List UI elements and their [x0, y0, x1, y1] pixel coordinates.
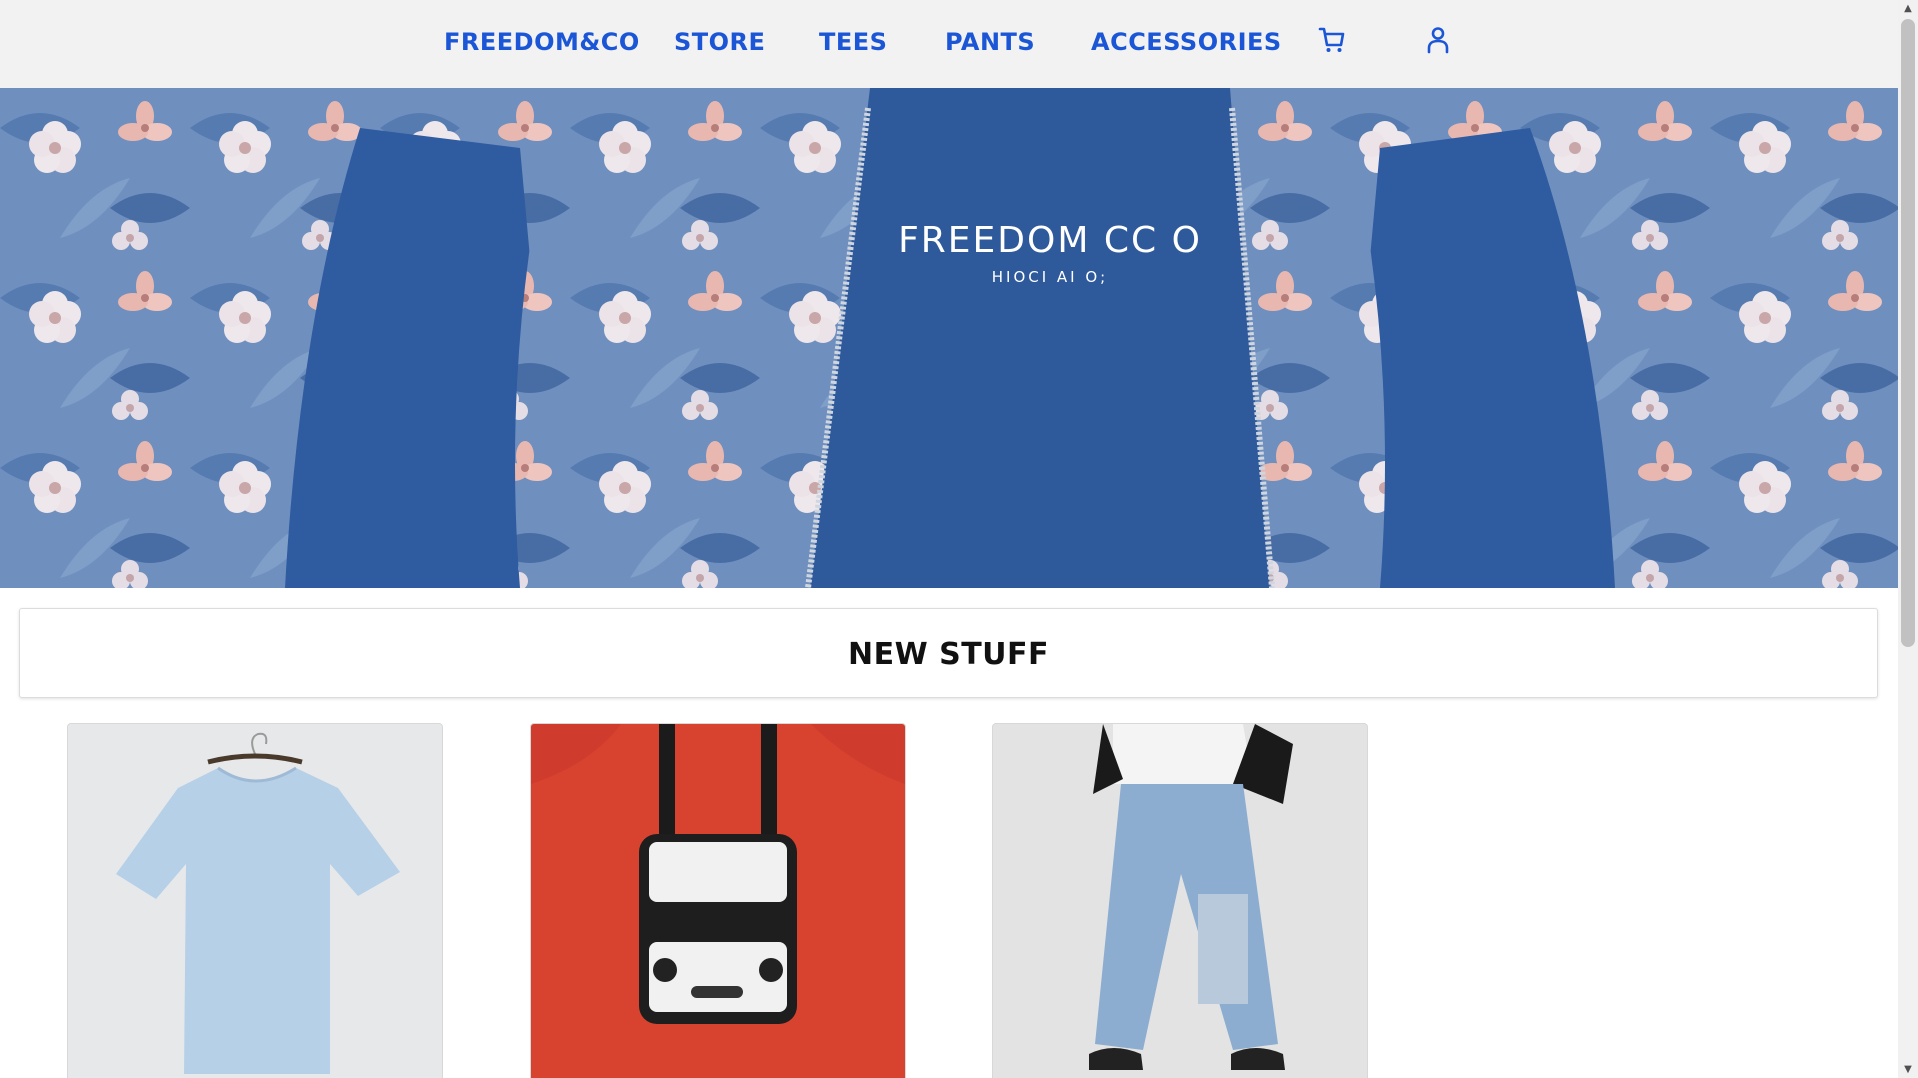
scroll-down-arrow[interactable]: ▼ — [1898, 1061, 1918, 1078]
brand-link[interactable]: FREEDOM&CO — [444, 26, 640, 58]
hero-sub-text: HIOCI AI O; — [991, 268, 1109, 286]
hero-brand-text: FREEDOM CC O — [898, 220, 1202, 261]
nav-item-store[interactable]: STORE — [674, 26, 765, 58]
product-card-bag[interactable] — [530, 723, 906, 1078]
page-scrollbar[interactable]: ▲ ▼ — [1898, 0, 1918, 1078]
product-card-jeans[interactable] — [992, 723, 1368, 1078]
nav-item-tees[interactable]: TEES — [819, 26, 887, 58]
scroll-up-arrow[interactable]: ▲ — [1898, 0, 1918, 17]
page: FREEDOM&CO STORE TEES PANTS ACCESSORIES — [0, 0, 1918, 1078]
hero-banner: FREEDOM CC O HIOCI AI O; — [0, 88, 1898, 588]
top-nav: FREEDOM&CO STORE TEES PANTS ACCESSORIES — [0, 0, 1898, 88]
new-stuff-header: NEW STUFF — [19, 608, 1878, 698]
section-title: NEW STUFF — [847, 637, 1050, 672]
product-card-tee[interactable] — [67, 723, 443, 1078]
hero-jacket-image — [0, 88, 1898, 588]
jeans-image — [993, 724, 1367, 1078]
bag-image — [531, 724, 905, 1078]
tshirt-image — [68, 724, 442, 1078]
nav-item-pants[interactable]: PANTS — [945, 26, 1035, 58]
scroll-thumb[interactable] — [1901, 19, 1915, 647]
nav-item-accessories[interactable]: ACCESSORIES — [1091, 26, 1282, 58]
cart-icon[interactable] — [1316, 24, 1348, 56]
user-icon[interactable] — [1422, 24, 1454, 56]
